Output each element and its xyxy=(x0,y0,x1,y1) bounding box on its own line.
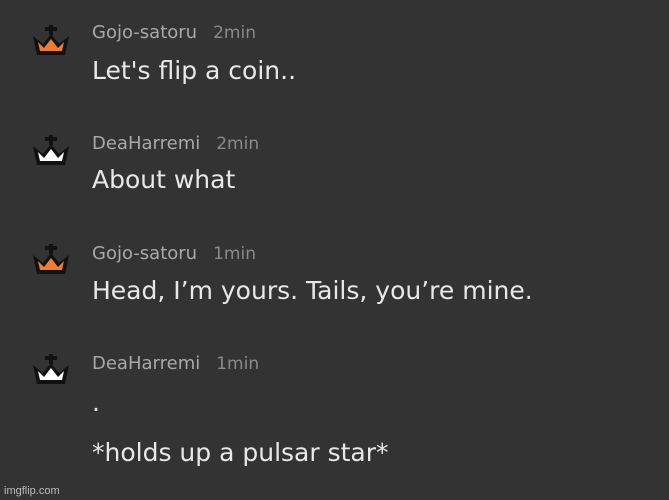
crown-icon xyxy=(29,24,73,58)
timestamp: 2min xyxy=(213,23,256,43)
timestamp: 1min xyxy=(216,354,260,374)
message-text: About what xyxy=(92,165,236,194)
crown-icon xyxy=(29,134,73,168)
username[interactable]: DeaHarremi xyxy=(92,353,200,374)
username[interactable]: Gojo-satoru xyxy=(92,243,197,264)
crown-icon xyxy=(29,243,73,277)
username[interactable]: DeaHarremi xyxy=(92,133,200,154)
message-text: . xyxy=(92,388,100,417)
username[interactable]: Gojo-satoru xyxy=(92,22,197,43)
message-text: Let's flip a coin.. xyxy=(92,56,297,85)
message-text: Head, I’m yours. Tails, you’re mine. xyxy=(92,276,533,305)
watermark: imgflip.com xyxy=(4,485,60,497)
crown-icon xyxy=(29,353,73,387)
timestamp: 1min xyxy=(213,244,256,264)
message-text: *holds up a pulsar star* xyxy=(92,438,389,467)
timestamp: 2min xyxy=(216,134,260,154)
